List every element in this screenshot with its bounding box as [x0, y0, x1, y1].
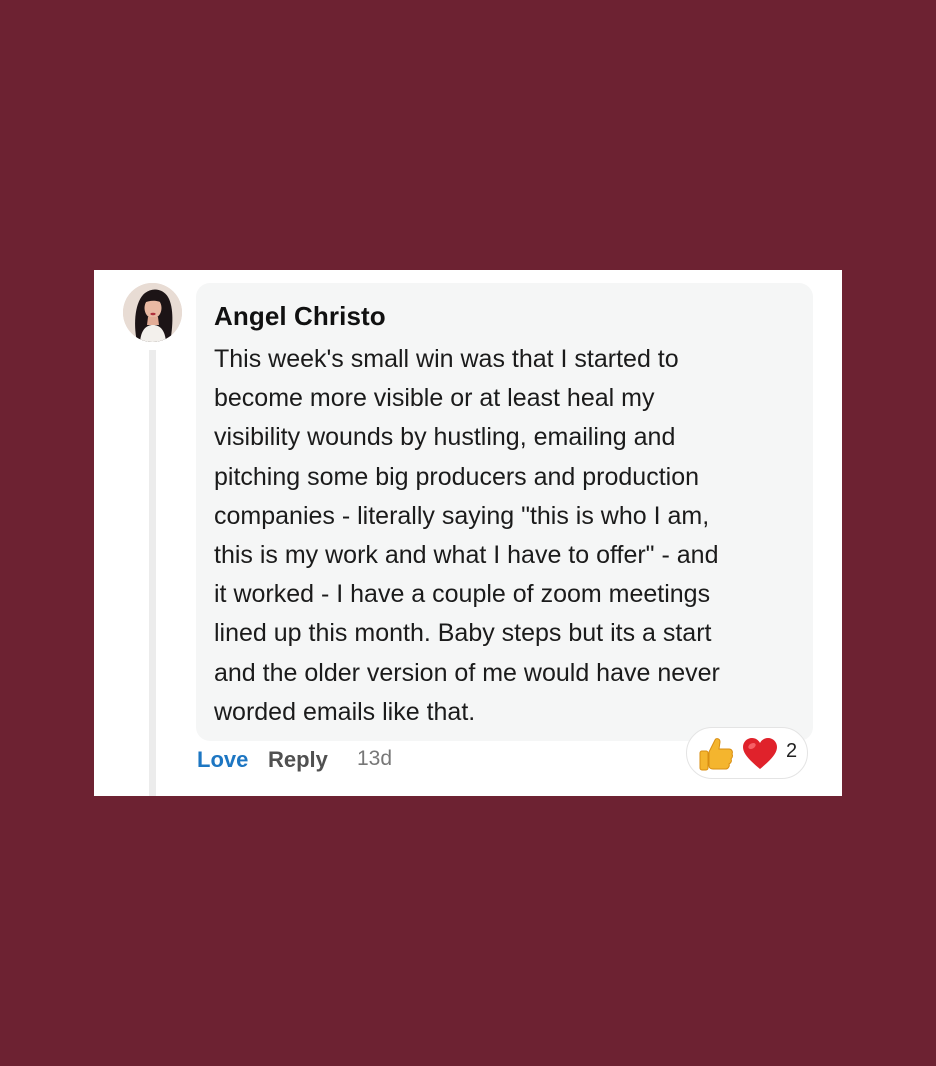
thumbs-up-icon — [699, 738, 733, 771]
comment-card: Angel Christo This week's small win was … — [94, 270, 842, 796]
comment-timestamp: 13d — [357, 747, 393, 770]
comment-text-line: pitching some big producers and producti… — [214, 462, 700, 491]
comment-text-line: lined up this month. Baby steps but its … — [214, 619, 712, 648]
comment-text-line: and the older version of me would have n… — [214, 658, 720, 687]
reactions-summary[interactable]: 2 — [686, 727, 808, 779]
reply-button[interactable]: Reply — [268, 747, 328, 773]
avatar-image — [123, 283, 182, 342]
comment-author[interactable]: Angel Christo — [214, 301, 386, 332]
reaction-count: 2 — [786, 740, 798, 762]
avatar[interactable] — [123, 283, 182, 342]
love-button[interactable]: Love — [197, 747, 248, 773]
heart-icon — [743, 738, 777, 769]
comment-text-line: visibility wounds by hustling, emailing … — [214, 423, 676, 452]
comment-text-line: This week's small win was that I started… — [214, 345, 679, 373]
comment-text-line: it worked - I have a couple of zoom meet… — [214, 580, 711, 609]
comment-text-line: become more visible or at least heal my — [214, 384, 655, 413]
comment-text-line: companies - literally saying "this is wh… — [214, 501, 710, 530]
thread-line — [149, 350, 156, 796]
comment-text-line: this is my work and what I have to offer… — [214, 541, 719, 570]
comment-text: This week's small win was that I started… — [214, 340, 799, 732]
